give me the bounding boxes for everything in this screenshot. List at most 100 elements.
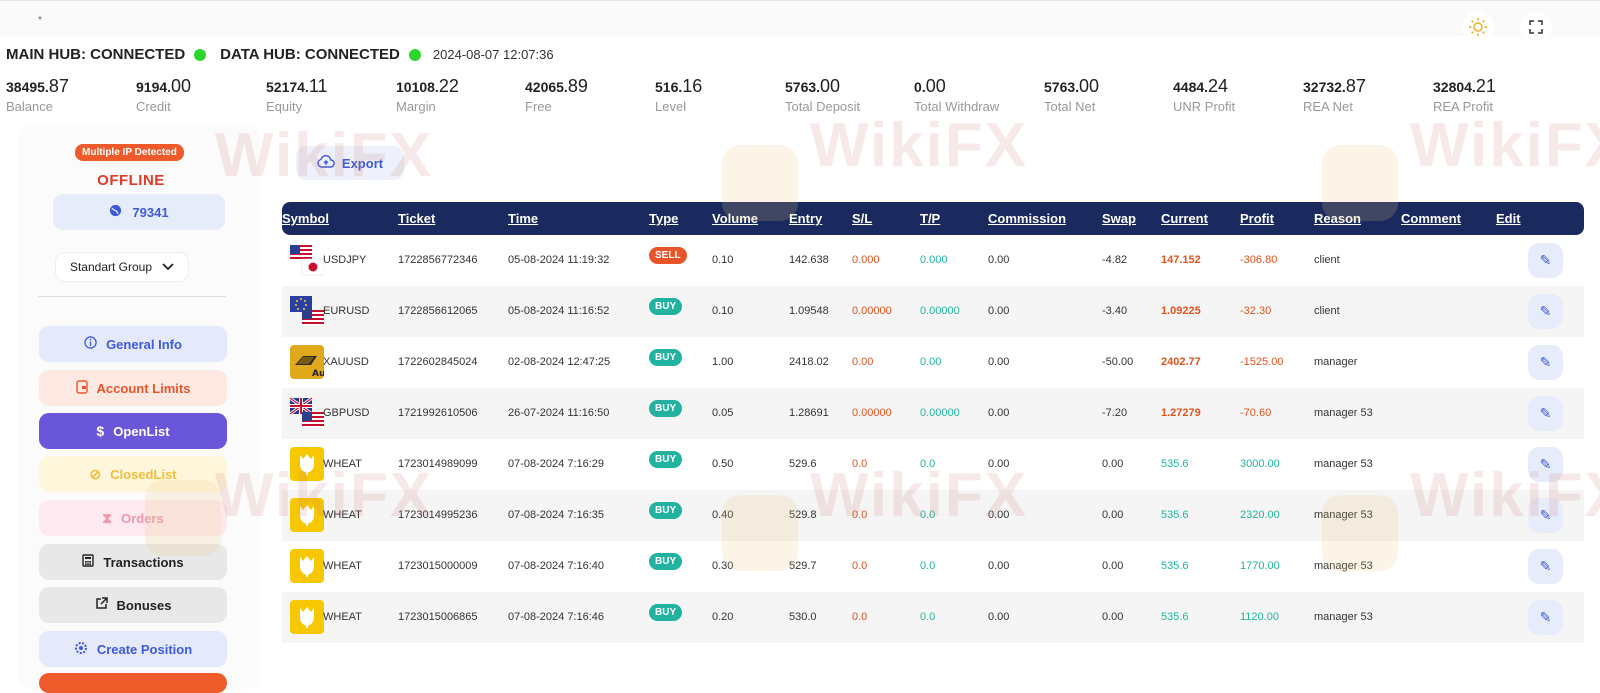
sidebar-item-label: Create Position	[96, 641, 193, 657]
cell-tp: 0.0	[920, 560, 936, 572]
edit-button[interactable]: ✎	[1528, 243, 1563, 278]
cell-profit: -70.60	[1240, 407, 1272, 419]
col-profit[interactable]: Profit	[1240, 211, 1274, 226]
edit-button[interactable]: ✎	[1528, 396, 1563, 431]
col-tp[interactable]: T/P	[920, 211, 940, 226]
cell-reason: manager 53	[1314, 509, 1373, 521]
type-badge: BUY	[649, 502, 683, 519]
edit-button[interactable]: ✎	[1528, 549, 1563, 584]
cell-profit: -32.30	[1240, 305, 1272, 317]
sidebar-item-account-limits[interactable]: Account Limits	[39, 370, 227, 406]
export-button[interactable]: Export	[296, 146, 404, 180]
cell-swap: -3.40	[1102, 305, 1128, 317]
col-commission[interactable]: Commission	[988, 211, 1066, 226]
table-row[interactable]: WHEAT 1723014989099 07-08-2024 7:16:29 B…	[282, 439, 1584, 490]
stat-free: 42065.89 Free	[525, 76, 588, 114]
cell-commission: 0.00	[988, 611, 1010, 623]
globe-icon	[109, 204, 122, 220]
sun-icon[interactable]	[1462, 11, 1494, 43]
gold-bar-icon: Au	[290, 345, 325, 379]
stat-level: 516.16 Level	[655, 76, 703, 114]
sidebar-item-orders[interactable]: ⧗ Orders	[39, 500, 227, 536]
cell-current: 147.152	[1161, 254, 1201, 266]
fullscreen-icon[interactable]	[1520, 11, 1552, 43]
cell-tp: 0.00	[920, 356, 942, 368]
edit-button[interactable]: ✎	[1528, 498, 1563, 533]
external-link-icon	[95, 597, 108, 613]
type-badge: BUY	[649, 604, 683, 621]
col-current[interactable]: Current	[1161, 211, 1208, 226]
cell-commission: 0.00	[988, 305, 1010, 317]
sidebar-item-transactions[interactable]: Transactions	[39, 544, 227, 580]
pencil-icon: ✎	[1539, 558, 1552, 574]
sidebar-item-partial[interactable]	[39, 673, 227, 693]
cell-symbol: GBPUSD	[323, 407, 370, 419]
cell-current: 535.6	[1161, 560, 1189, 572]
table-row[interactable]: WHEAT 1723014995236 07-08-2024 7:16:35 B…	[282, 490, 1584, 541]
svg-text:Au: Au	[312, 369, 324, 379]
cell-commission: 0.00	[988, 407, 1010, 419]
col-sl[interactable]: S/L	[852, 211, 872, 226]
col-comment[interactable]: Comment	[1401, 211, 1461, 226]
col-symbol[interactable]: Symbol	[282, 211, 329, 226]
pencil-icon: ✎	[1539, 507, 1552, 523]
table-row[interactable]: USDJPY 1722856772346 05-08-2024 11:19:32…	[282, 235, 1584, 286]
type-badge: SELL	[649, 247, 687, 264]
pencil-icon: ✎	[1539, 456, 1552, 472]
cell-tp: 0.00000	[920, 407, 960, 419]
cell-reason: client	[1314, 254, 1340, 266]
cell-entry: 142.638	[789, 254, 829, 266]
table-row[interactable]: WHEAT 1723015006865 07-08-2024 7:16:46 B…	[282, 592, 1584, 643]
edit-button[interactable]: ✎	[1528, 345, 1563, 380]
cell-volume: 0.50	[712, 458, 734, 470]
account-id: 79341	[132, 204, 169, 220]
data-hub-dot	[408, 48, 421, 61]
cloud-upload-icon	[317, 154, 335, 172]
table-row[interactable]: Au XAUUSD 1722602845024 02-08-2024 12:47…	[282, 337, 1584, 388]
col-swap[interactable]: Swap	[1102, 211, 1136, 226]
table-row[interactable]: EURUSD 1722856612065 05-08-2024 11:16:52…	[282, 286, 1584, 337]
wheat-icon	[290, 600, 324, 634]
cell-sl: 0.00000	[852, 407, 892, 419]
sidebar-item-create-position[interactable]: Create Position	[39, 631, 227, 667]
cell-ticket: 1723014989099	[398, 458, 478, 470]
sidebar: Multiple IP Detected OFFLINE 79341 Stand…	[18, 124, 260, 693]
edit-button[interactable]: ✎	[1528, 447, 1563, 482]
edit-button[interactable]: ✎	[1528, 600, 1563, 635]
col-time[interactable]: Time	[508, 211, 538, 226]
sidebar-item-openlist[interactable]: $ OpenList	[39, 413, 227, 449]
col-ticket[interactable]: Ticket	[398, 211, 435, 226]
cell-current: 1.09225	[1161, 305, 1201, 317]
cell-sl: 0.000	[852, 254, 880, 266]
main-hub-status: MAIN HUB: CONNECTED	[6, 46, 186, 63]
cell-volume: 0.20	[712, 611, 734, 623]
sidebar-item-general-info[interactable]: General Info	[39, 326, 227, 362]
col-type[interactable]: Type	[649, 211, 678, 226]
cell-entry: 529.7	[789, 560, 817, 572]
sidebar-divider	[38, 296, 226, 297]
sidebar-item-label: Transactions	[103, 554, 184, 570]
pencil-icon: ✎	[1539, 609, 1552, 625]
col-volume[interactable]: Volume	[712, 211, 758, 226]
col-edit[interactable]: Edit	[1496, 211, 1521, 226]
col-entry[interactable]: Entry	[789, 211, 822, 226]
server-timestamp: 2024-08-07 12:07:36	[432, 47, 554, 62]
sidebar-item-closedlist[interactable]: ⊘ ClosedList	[39, 456, 227, 492]
cell-swap: 0.00	[1102, 611, 1124, 623]
pencil-icon: ✎	[1539, 303, 1552, 319]
table-row[interactable]: GBPUSD 1721992610506 26-07-2024 11:16:50…	[282, 388, 1584, 439]
edit-button[interactable]: ✎	[1528, 294, 1563, 329]
cell-ticket: 1723015006865	[398, 611, 478, 623]
table-row[interactable]: WHEAT 1723015000009 07-08-2024 7:16:40 B…	[282, 541, 1584, 592]
cell-ticket: 1723014995236	[398, 509, 478, 521]
col-reason[interactable]: Reason	[1314, 211, 1361, 226]
group-select[interactable]: Standart Group	[55, 252, 189, 282]
cell-time: 07-08-2024 7:16:29	[508, 458, 605, 470]
hub-status-bar: MAIN HUB: CONNECTED DATA HUB: CONNECTED …	[6, 46, 554, 63]
sidebar-item-bonuses[interactable]: Bonuses	[39, 587, 227, 623]
cell-volume: 0.30	[712, 560, 734, 572]
type-badge: BUY	[649, 349, 683, 366]
cell-tp: 0.0	[920, 611, 936, 623]
cell-entry: 530.0	[789, 611, 817, 623]
account-id-button[interactable]: 79341	[53, 194, 225, 230]
